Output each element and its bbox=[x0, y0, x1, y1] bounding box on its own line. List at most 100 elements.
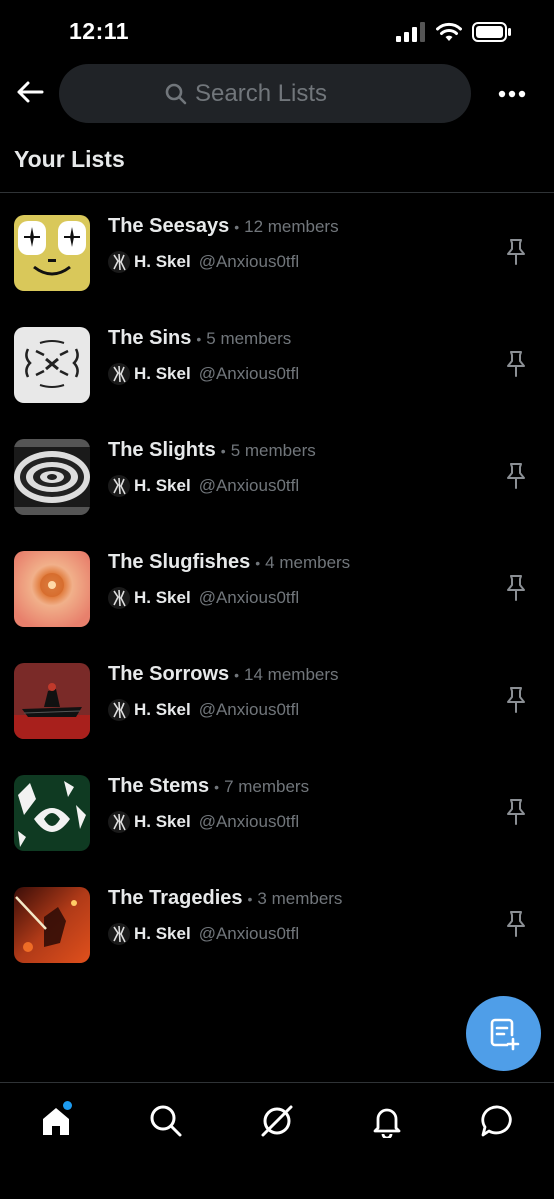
member-count: 14 members bbox=[244, 665, 339, 684]
list-name[interactable]: The Stems bbox=[108, 775, 209, 798]
status-bar: 12:11 bbox=[0, 0, 554, 62]
list-title-row: The Seesays • 12 members bbox=[108, 215, 339, 238]
list-thumbnail bbox=[14, 775, 90, 851]
list-name[interactable]: The Slugfishes bbox=[108, 551, 250, 574]
list-item[interactable]: The Sorrows • 14 members H. Skel @Anxiou… bbox=[0, 641, 554, 753]
list-name[interactable]: The Sins bbox=[108, 327, 191, 350]
pin-icon bbox=[507, 687, 525, 713]
list-thumbnail bbox=[14, 215, 90, 291]
pin-button[interactable] bbox=[502, 573, 530, 603]
owner-handle: @Anxious0tfl bbox=[198, 588, 300, 607]
owner-name: H. Skel bbox=[134, 364, 191, 383]
wifi-icon bbox=[436, 22, 462, 47]
bell-icon bbox=[373, 1108, 401, 1138]
lists-screen: 12:11 Search Lists Your Lists The Seesay… bbox=[0, 0, 554, 1199]
owner-row: H. Skel @Anxious0tfl bbox=[108, 811, 299, 833]
member-count: 3 members bbox=[257, 889, 343, 908]
pin-icon bbox=[507, 799, 525, 825]
search-icon bbox=[150, 1105, 182, 1137]
list-item[interactable]: The Seesays • 12 members H. Skel @Anxiou… bbox=[0, 193, 554, 305]
pin-button[interactable] bbox=[502, 461, 530, 491]
owner-avatar bbox=[108, 811, 130, 833]
new-list-icon bbox=[490, 1018, 519, 1050]
owner-handle: @Anxious0tfl bbox=[198, 252, 300, 271]
messages-icon bbox=[481, 1105, 512, 1137]
more-options-button[interactable] bbox=[496, 82, 528, 106]
owner-handle: @Anxious0tfl bbox=[198, 924, 300, 943]
create-list-button[interactable] bbox=[466, 996, 541, 1071]
pin-button[interactable] bbox=[502, 685, 530, 715]
separator-dot: • bbox=[234, 219, 240, 235]
lists-container: The Seesays • 12 members H. Skel @Anxiou… bbox=[0, 193, 554, 977]
list-name[interactable]: The Slights bbox=[108, 439, 216, 462]
owner-handle: @Anxious0tfl bbox=[198, 700, 300, 719]
list-title-row: The Stems • 7 members bbox=[108, 775, 309, 798]
list-name[interactable]: The Sorrows bbox=[108, 663, 229, 686]
owner-row: H. Skel @Anxious0tfl bbox=[108, 923, 299, 945]
list-title-row: The Slights • 5 members bbox=[108, 439, 316, 462]
back-button[interactable] bbox=[14, 76, 46, 108]
search-input[interactable] bbox=[195, 79, 365, 108]
spaces-icon bbox=[261, 1105, 293, 1137]
list-item[interactable]: The Stems • 7 members H. Skel @Anxious0t… bbox=[0, 753, 554, 865]
owner-handle: @Anxious0tfl bbox=[198, 364, 300, 383]
member-count: 4 members bbox=[265, 553, 351, 572]
pin-icon bbox=[507, 463, 525, 489]
list-name[interactable]: The Tragedies bbox=[108, 887, 243, 910]
bottom-nav bbox=[0, 1082, 554, 1199]
separator-dot: • bbox=[255, 555, 261, 571]
section-title: Your Lists bbox=[14, 146, 125, 172]
list-title-row: The Tragedies • 3 members bbox=[108, 887, 342, 910]
list-thumbnail bbox=[14, 887, 90, 963]
list-item[interactable]: The Slugfishes • 4 members H. Skel @Anxi… bbox=[0, 529, 554, 641]
owner-handle: @Anxious0tfl bbox=[198, 476, 300, 495]
list-item[interactable]: The Sins • 5 members H. Skel @Anxious0tf… bbox=[0, 305, 554, 417]
separator-dot: • bbox=[214, 779, 220, 795]
nav-spaces[interactable] bbox=[257, 1101, 297, 1141]
member-count: 7 members bbox=[224, 777, 310, 796]
list-thumbnail bbox=[14, 663, 90, 739]
search-bar[interactable] bbox=[59, 64, 471, 123]
list-thumbnail bbox=[14, 439, 90, 515]
owner-row: H. Skel @Anxious0tfl bbox=[108, 363, 299, 385]
nav-notifications[interactable] bbox=[367, 1101, 407, 1141]
owner-avatar bbox=[108, 363, 130, 385]
pin-button[interactable] bbox=[502, 349, 530, 379]
owner-avatar bbox=[108, 251, 130, 273]
header bbox=[0, 62, 554, 126]
owner-row: H. Skel @Anxious0tfl bbox=[108, 587, 299, 609]
back-arrow-icon bbox=[17, 81, 44, 103]
separator-dot: • bbox=[196, 331, 202, 347]
notification-dot bbox=[63, 1101, 72, 1110]
list-thumbnail bbox=[14, 551, 90, 627]
list-thumbnail bbox=[14, 327, 90, 403]
owner-name: H. Skel bbox=[134, 252, 191, 271]
nav-home[interactable] bbox=[36, 1101, 76, 1141]
list-item[interactable]: The Slights • 5 members H. Skel @Anxious… bbox=[0, 417, 554, 529]
list-title-row: The Sorrows • 14 members bbox=[108, 663, 339, 686]
owner-name: H. Skel bbox=[134, 476, 191, 495]
search-icon bbox=[165, 83, 187, 104]
pin-button[interactable] bbox=[502, 797, 530, 827]
owner-avatar bbox=[108, 699, 130, 721]
member-count: 5 members bbox=[230, 441, 316, 460]
more-icon bbox=[498, 90, 526, 98]
owner-row: H. Skel @Anxious0tfl bbox=[108, 251, 299, 273]
nav-search[interactable] bbox=[146, 1101, 186, 1141]
member-count: 12 members bbox=[244, 217, 339, 236]
pin-button[interactable] bbox=[502, 909, 530, 939]
list-name[interactable]: The Seesays bbox=[108, 215, 229, 238]
owner-avatar bbox=[108, 923, 130, 945]
owner-name: H. Skel bbox=[134, 924, 191, 943]
nav-messages[interactable] bbox=[478, 1101, 518, 1141]
separator-dot: • bbox=[220, 443, 226, 459]
cellular-signal-icon bbox=[396, 22, 426, 47]
owner-row: H. Skel @Anxious0tfl bbox=[108, 475, 299, 497]
list-item[interactable]: The Tragedies • 3 members H. Skel @Anxio… bbox=[0, 865, 554, 977]
member-count: 5 members bbox=[206, 329, 292, 348]
pin-button[interactable] bbox=[502, 237, 530, 267]
list-title-row: The Sins • 5 members bbox=[108, 327, 291, 350]
owner-avatar bbox=[108, 587, 130, 609]
list-title-row: The Slugfishes • 4 members bbox=[108, 551, 350, 574]
owner-avatar bbox=[108, 475, 130, 497]
